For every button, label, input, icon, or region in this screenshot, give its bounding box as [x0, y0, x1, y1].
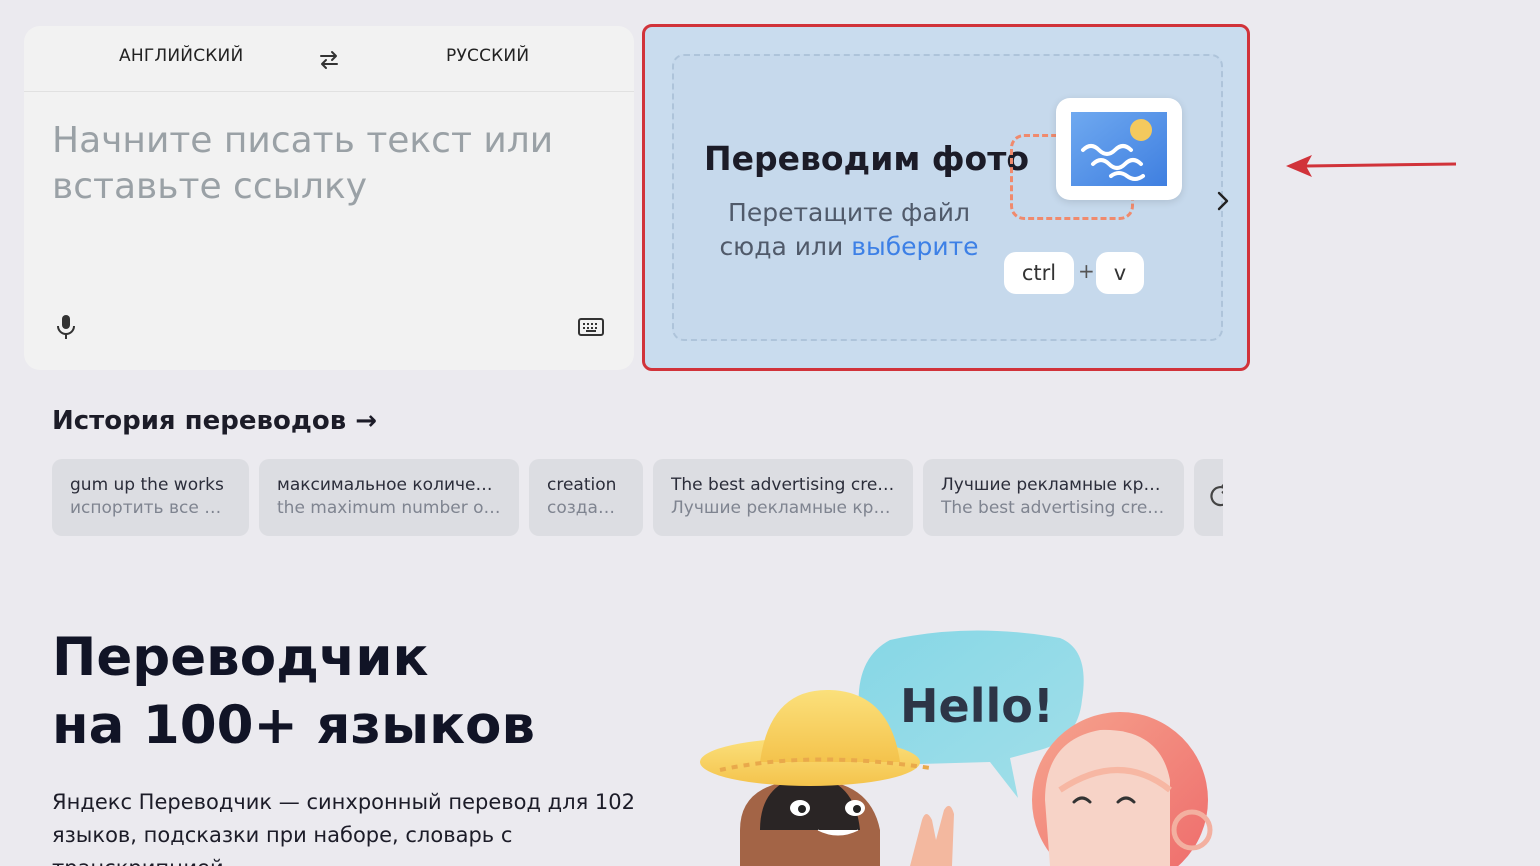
- target-language-button[interactable]: РУССКИЙ: [446, 46, 529, 66]
- history-title-link[interactable]: История переводов →: [52, 406, 377, 436]
- ctrl-key: ctrl: [1004, 252, 1074, 294]
- hero-title-line2: на 100+ языков: [52, 695, 536, 756]
- page: АНГЛИЙСКИЙ РУССКИЙ Начните писать текст …: [0, 0, 1540, 866]
- hello-characters-illustration: Hello!: [700, 630, 1213, 866]
- history-item[interactable]: максимальное количест... the maximum num…: [259, 459, 519, 536]
- history-item-translation: the maximum number of c...: [277, 498, 501, 518]
- chevron-right-icon[interactable]: [1216, 190, 1230, 212]
- hero-title-line1: Переводчик: [52, 627, 429, 688]
- source-text-panel: АНГЛИЙСКИЙ РУССКИЙ Начните писать текст …: [24, 26, 634, 370]
- hero-description: Яндекс Переводчик — синхронный перевод д…: [52, 790, 636, 866]
- history-item-source: gum up the works: [70, 475, 224, 495]
- hero-title: Переводчик на 100+ языков: [52, 624, 612, 760]
- v-key: v: [1096, 252, 1144, 294]
- history-item-source: The best advertising crea...: [671, 475, 895, 495]
- history-more-button[interactable]: [1194, 459, 1223, 536]
- source-text-input[interactable]: Начните писать текст или вставьте ссылку: [52, 118, 612, 210]
- history-item-translation: испортить все дело: [70, 498, 231, 518]
- photo-drop-zone[interactable]: Переводим фото Перетащите файл сюда или …: [672, 54, 1223, 341]
- picture-icon: [1071, 112, 1167, 186]
- history-item-source: максимальное количест...: [277, 475, 501, 495]
- history-item-translation: Лучшие рекламные креа...: [671, 498, 895, 518]
- annotation-arrow-icon: [1286, 155, 1457, 177]
- history-item-source: Лучшие рекламные кре...: [941, 475, 1166, 495]
- history-item[interactable]: The best advertising crea... Лучшие рекл…: [653, 459, 913, 536]
- history-item[interactable]: creation создание: [529, 459, 643, 536]
- swap-arrows-icon[interactable]: [317, 48, 341, 72]
- history-list: gum up the works испортить все дело макс…: [52, 459, 1223, 537]
- microphone-icon[interactable]: [54, 314, 78, 340]
- photo-translate-panel: Переводим фото Перетащите файл сюда или …: [642, 24, 1250, 371]
- history-item-translation: создание: [547, 498, 625, 518]
- history-item[interactable]: Лучшие рекламные кре... The best adverti…: [923, 459, 1184, 536]
- image-card-icon: [1056, 98, 1182, 200]
- history-item-source: creation: [547, 475, 617, 495]
- history-item-translation: The best advertising creati...: [941, 498, 1166, 518]
- choose-file-link[interactable]: выберите: [851, 232, 978, 261]
- speech-bubble-text: Hello!: [900, 679, 1054, 733]
- keyboard-icon[interactable]: [578, 317, 604, 337]
- photo-title: Переводим фото: [704, 139, 1030, 178]
- photo-subtitle: Перетащите файл сюда или выберите: [704, 196, 994, 264]
- language-bar: АНГЛИЙСКИЙ РУССКИЙ: [24, 26, 634, 92]
- plus-sign: +: [1078, 259, 1095, 283]
- history-refresh-icon: [1210, 484, 1223, 507]
- source-language-button[interactable]: АНГЛИЙСКИЙ: [119, 46, 243, 66]
- history-item[interactable]: gum up the works испортить все дело: [52, 459, 249, 536]
